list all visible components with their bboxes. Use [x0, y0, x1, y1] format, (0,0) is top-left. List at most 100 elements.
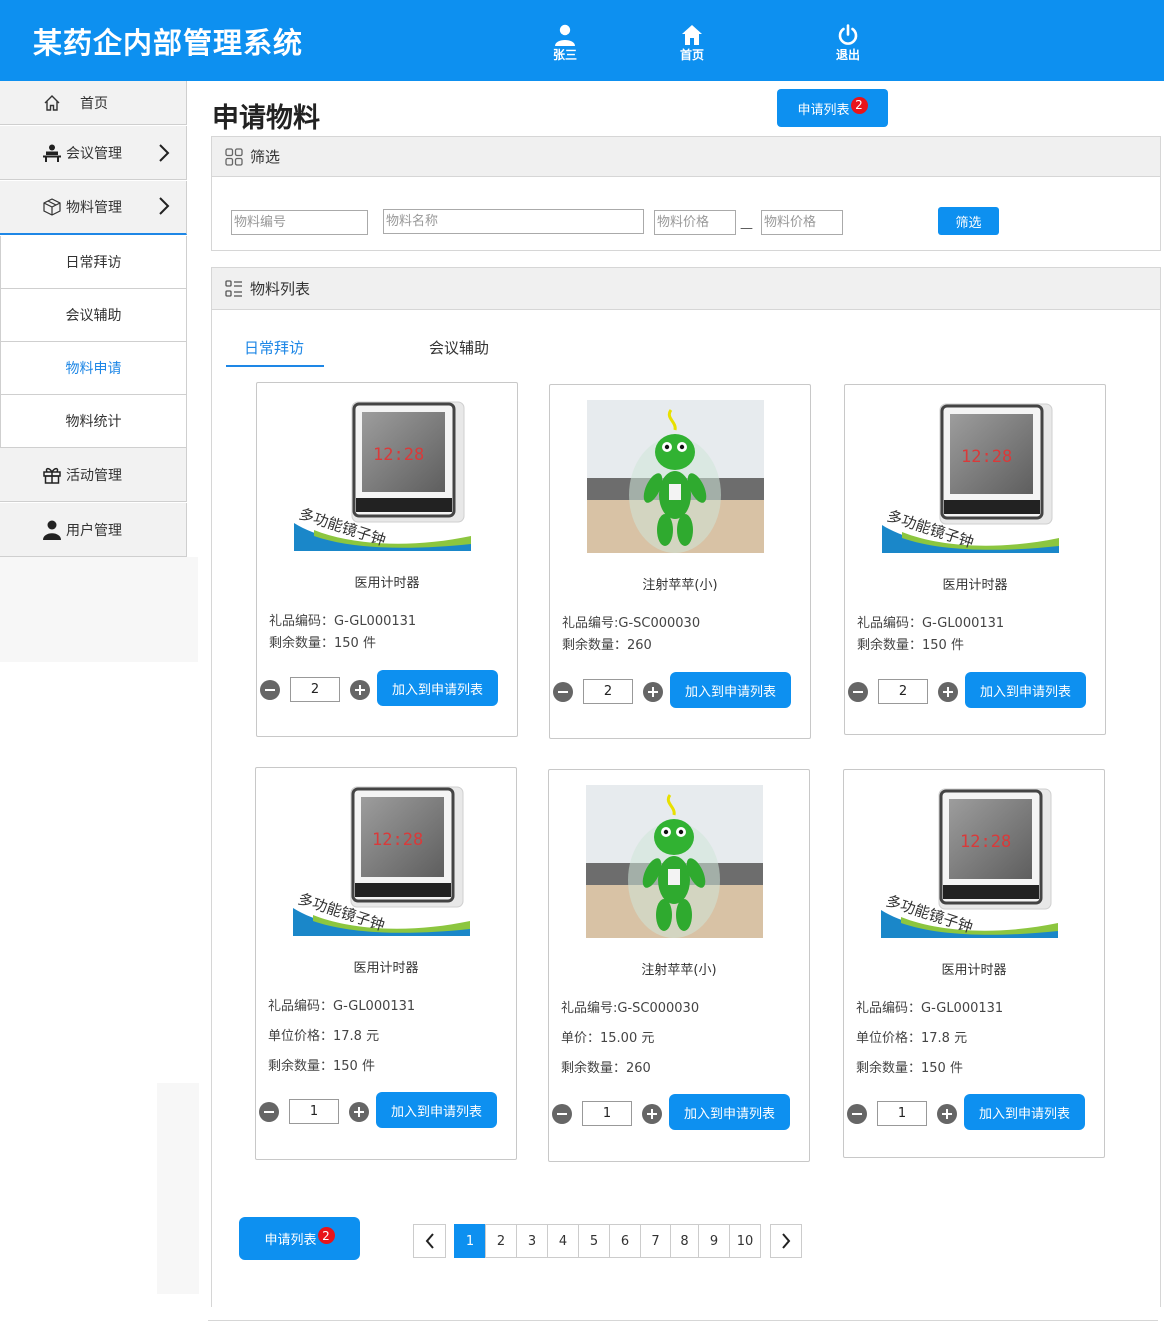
apply-list-label: 申请列表 [264, 1233, 317, 1248]
add-to-apply-list-button[interactable]: 加入到申请列表 [964, 1094, 1085, 1130]
sidebar-subitem-material-apply[interactable]: 物料申请 [0, 342, 187, 395]
plus-icon[interactable] [937, 1103, 957, 1124]
filter-panel-title: 筛选 [250, 148, 281, 166]
sidebar-item-material[interactable]: 物料管理 [0, 181, 187, 235]
minus-icon[interactable] [260, 679, 280, 700]
sidebar-subitem-meeting-aid[interactable]: 会议辅助 [0, 289, 187, 342]
next-page-button[interactable] [770, 1224, 802, 1258]
product-name: 医用计时器 [941, 963, 1007, 978]
material-code-input[interactable] [231, 210, 368, 235]
sidebar-item-label: 物料管理 [66, 200, 122, 216]
chevron-left-icon [425, 1233, 434, 1249]
page-number-button[interactable]: 7 [640, 1224, 671, 1258]
page-numbers: 1 2 3 4 5 6 7 8 9 10 [454, 1224, 761, 1258]
home-nav[interactable]: 首页 [672, 22, 712, 66]
sidebar-item-home[interactable]: 首页 [0, 81, 187, 125]
top-header: 某药企内部管理系统 张三 首页 退出 [0, 0, 1164, 81]
add-to-apply-list-button[interactable]: 加入到申请列表 [377, 670, 498, 706]
user-nav[interactable]: 张三 [545, 22, 585, 66]
clock-product-image: 12:28多功能镜子钟 [293, 783, 470, 936]
add-to-apply-list-button[interactable]: 加入到申请列表 [670, 672, 791, 708]
page-number-button[interactable]: 8 [670, 1224, 699, 1258]
page-number-button[interactable]: 3 [516, 1224, 548, 1258]
page-title: 申请物料 [212, 103, 320, 134]
product-image: 12:28 多功能镜子钟 [294, 398, 471, 551]
page-number-button[interactable]: 10 [729, 1224, 761, 1258]
clock-time-display: 12:28 [961, 447, 1012, 467]
minus-icon[interactable] [553, 681, 573, 702]
product-name: 医用计时器 [353, 961, 419, 976]
plus-icon[interactable] [938, 681, 958, 702]
minus-icon[interactable] [847, 1103, 867, 1124]
quantity-stepper [260, 677, 370, 702]
plus-icon[interactable] [642, 1103, 662, 1124]
product-name: 注射苹苹(小) [642, 578, 718, 593]
product-info: 单价：15.00 元 [561, 1031, 655, 1046]
minus-icon[interactable] [848, 681, 868, 702]
logout-nav[interactable]: 退出 [828, 22, 868, 66]
sidebar-item-meeting[interactable]: 会议管理 [0, 126, 187, 180]
tab-daily-visit[interactable]: 日常拜访 [244, 337, 304, 358]
quantity-input[interactable] [878, 679, 928, 704]
clock-time-display: 12:28 [372, 830, 423, 850]
plus-icon[interactable] [643, 681, 663, 702]
material-card: 注射苹苹(小) 礼品编号:G-SC000030 剩余数量：260 加入到申请列表 [549, 384, 811, 739]
filter-button[interactable]: 筛选 [938, 207, 999, 235]
page-number-button[interactable]: 2 [485, 1224, 517, 1258]
page-number-button[interactable]: 1 [454, 1224, 486, 1258]
sidebar-subitem-label: 会议辅助 [65, 308, 122, 324]
apply-count-badge: 2 [850, 96, 868, 114]
price-range-separator: — [740, 221, 753, 236]
minus-icon[interactable] [552, 1103, 572, 1124]
material-name-input[interactable] [383, 209, 644, 234]
sidebar-subitem-material-stats[interactable]: 物料统计 [0, 395, 187, 448]
product-image: 12:28 多功能镜子钟 [882, 400, 1059, 553]
add-button-label: 加入到申请列表 [979, 684, 1071, 700]
pagination: 1 2 3 4 5 6 7 8 9 10 [413, 1224, 802, 1258]
add-button-label: 加入到申请列表 [978, 1106, 1070, 1122]
sidebar-item-users[interactable]: 用户管理 [0, 503, 187, 557]
apply-list-button-top[interactable]: 申请列表 2 [777, 89, 888, 127]
sidebar-item-label: 用户管理 [66, 522, 122, 539]
chevron-right-icon [158, 196, 170, 220]
chevron-right-icon [158, 143, 170, 167]
product-image [587, 400, 764, 553]
material-card: 注射苹苹(小) 礼品编号:G-SC000030 单价：15.00 元剩余数量：260… [548, 769, 810, 1162]
quantity-input[interactable] [290, 677, 340, 702]
sidebar-item-activity[interactable]: 活动管理 [0, 448, 187, 502]
price-max-input[interactable] [761, 210, 843, 235]
clock-product-image: 12:28多功能镜子钟 [882, 400, 1059, 553]
product-image [586, 785, 763, 938]
plus-icon[interactable] [350, 679, 370, 700]
page-number-button[interactable]: 6 [609, 1224, 641, 1258]
material-list-title: 物料列表 [250, 280, 311, 298]
add-to-apply-list-button[interactable]: 加入到申请列表 [965, 672, 1086, 708]
frog-product-image [587, 400, 764, 553]
quantity-stepper [552, 1101, 662, 1126]
tab-meeting-aid[interactable]: 会议辅助 [429, 337, 489, 358]
add-to-apply-list-button[interactable]: 加入到申请列表 [376, 1092, 497, 1128]
quantity-input[interactable] [877, 1101, 927, 1126]
add-to-apply-list-button[interactable]: 加入到申请列表 [669, 1094, 790, 1130]
minus-icon[interactable] [259, 1101, 279, 1122]
material-card: 12:28 多功能镜子钟 医用计时器 礼品编码：G-GL000131 单位价格：17.8… [843, 769, 1105, 1158]
prev-page-button[interactable] [413, 1224, 446, 1258]
clock-product-image: 12:28多功能镜子钟 [294, 398, 471, 551]
page-number-button[interactable]: 9 [698, 1224, 730, 1258]
product-name: 医用计时器 [354, 576, 420, 591]
quantity-input[interactable] [289, 1099, 339, 1124]
product-code: 礼品编号:G-SC000030 [561, 1001, 700, 1016]
plus-icon[interactable] [349, 1101, 369, 1122]
material-card: 12:28 多功能镜子钟 医用计时器 礼品编码：G-GL000131 剩余数量：150 … [844, 384, 1106, 735]
apply-list-button-bottom[interactable]: 申请列表 2 [239, 1217, 360, 1260]
product-code: 礼品编码：G-GL000131 [269, 614, 417, 629]
quantity-input[interactable] [582, 1101, 632, 1126]
quantity-input[interactable] [583, 679, 633, 704]
price-min-input[interactable] [654, 210, 736, 235]
sidebar-subitem-daily-visit[interactable]: 日常拜访 [0, 236, 187, 289]
product-info: 单位价格：17.8 元 [856, 1031, 968, 1046]
page-number-button[interactable]: 4 [547, 1224, 579, 1258]
page-number-button[interactable]: 5 [578, 1224, 610, 1258]
product-info: 剩余数量：150 件 [269, 636, 376, 651]
product-code: 礼品编码：G-GL000131 [268, 999, 416, 1014]
